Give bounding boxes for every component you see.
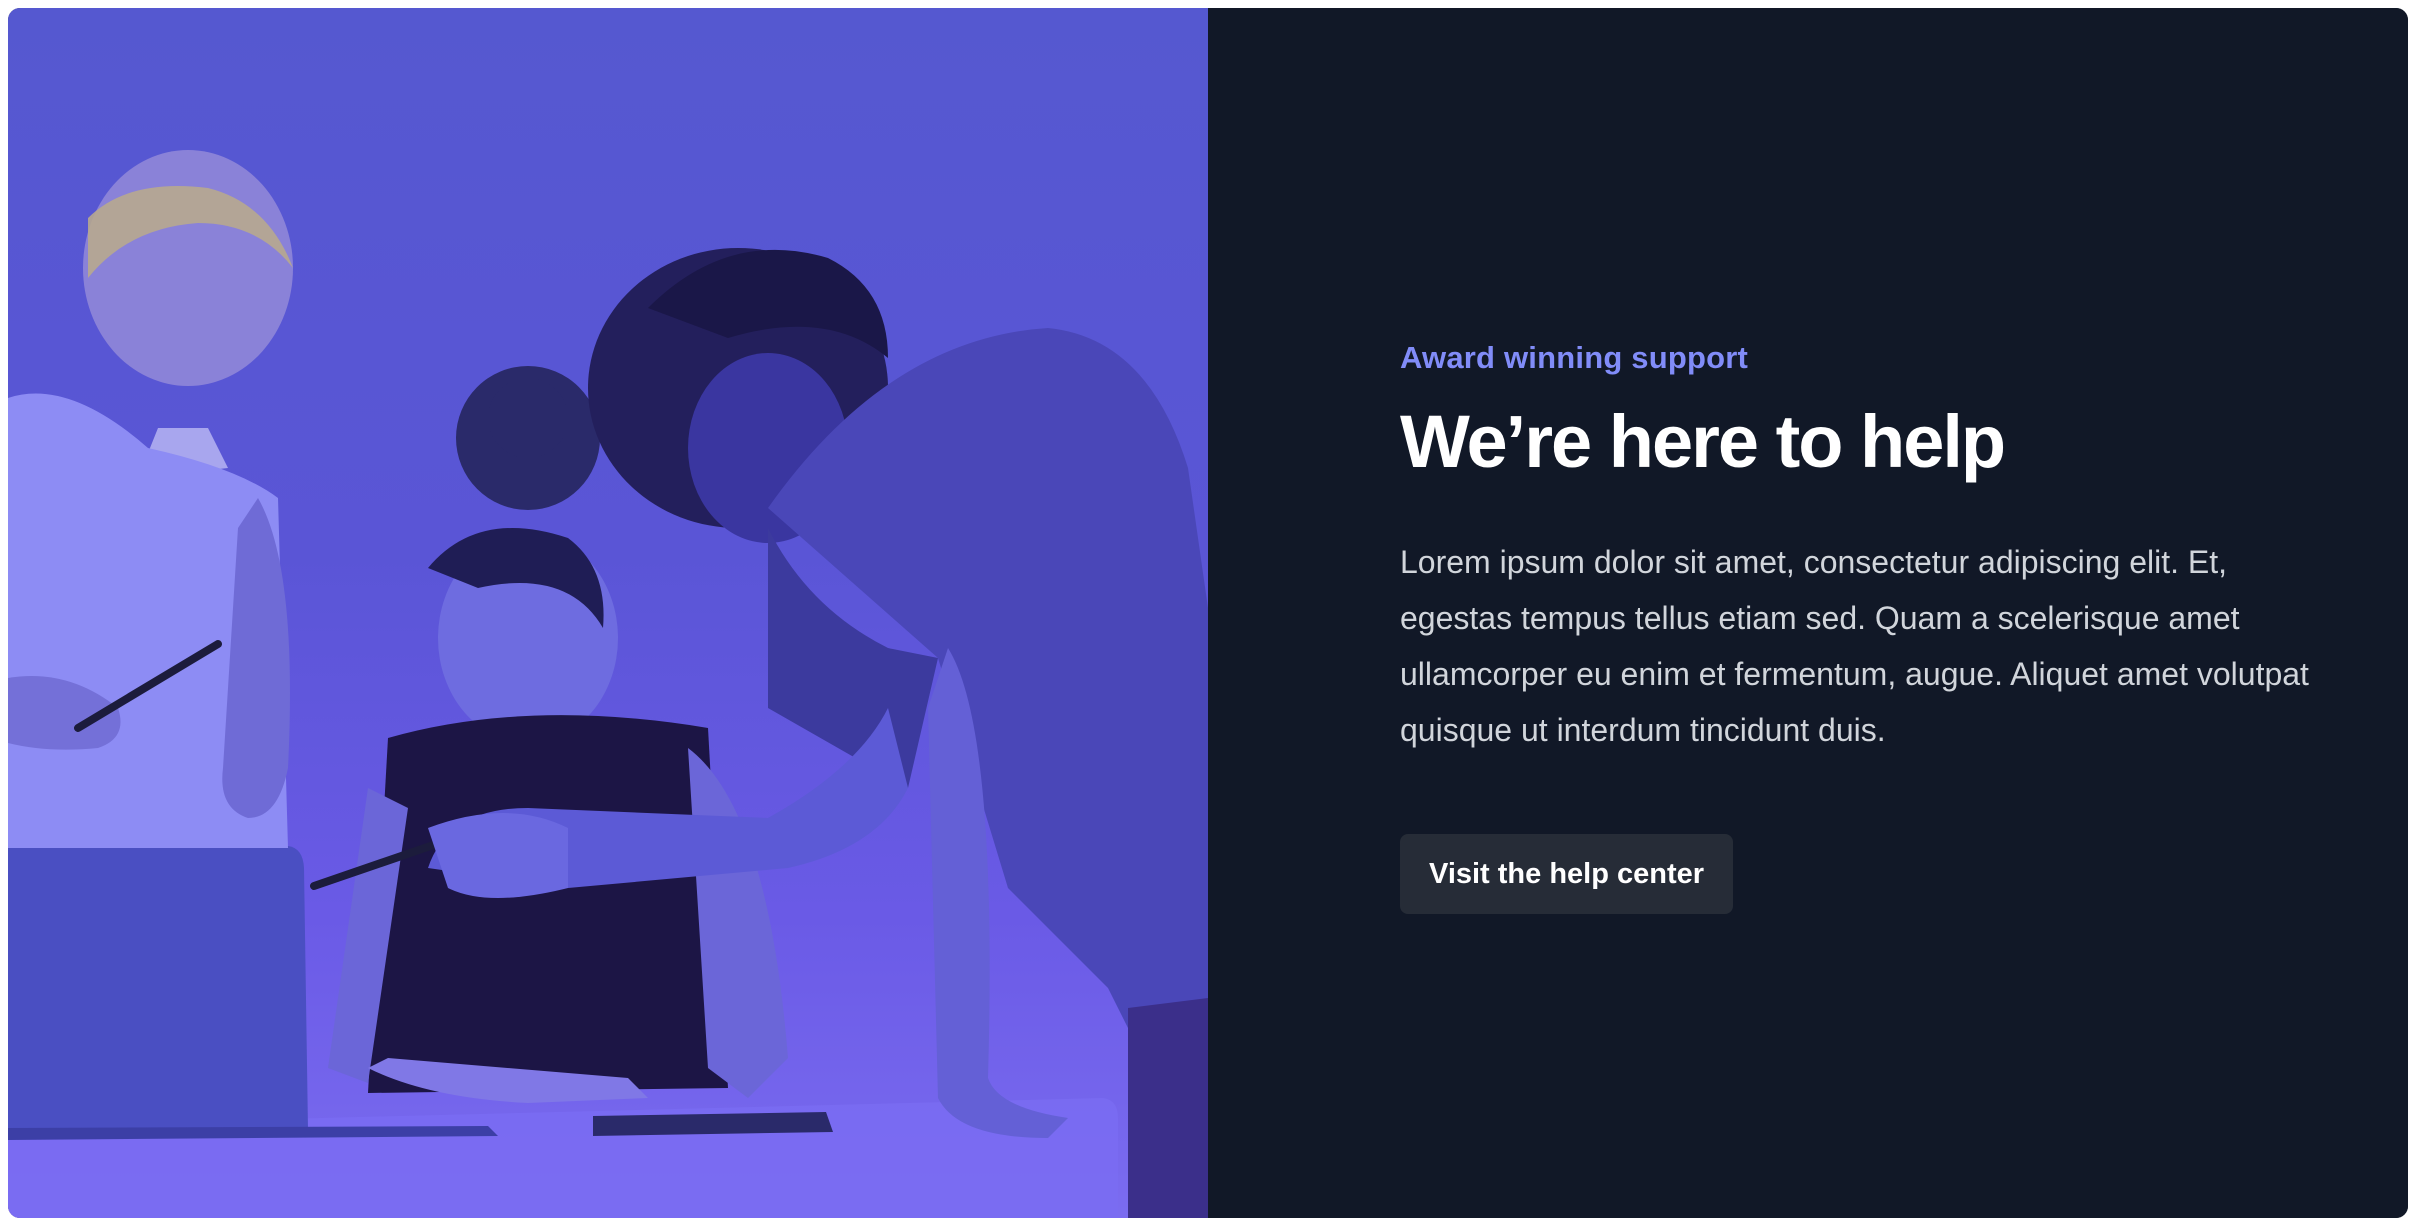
team-photo <box>8 8 1208 1218</box>
team-photo-illustration <box>8 150 1208 1218</box>
help-center-button[interactable]: Visit the help center <box>1400 834 1734 914</box>
support-section: Award winning support We’re here to help… <box>8 8 2408 1218</box>
eyebrow-text: Award winning support <box>1400 340 1749 375</box>
content-panel: Award winning support We’re here to help… <box>1208 8 2408 1218</box>
section-title: We’re here to help <box>1400 400 2006 483</box>
section-description: Lorem ipsum dolor sit amet, consectetur … <box>1400 544 2309 748</box>
content-block: Award winning support We’re here to help… <box>1400 338 2320 914</box>
